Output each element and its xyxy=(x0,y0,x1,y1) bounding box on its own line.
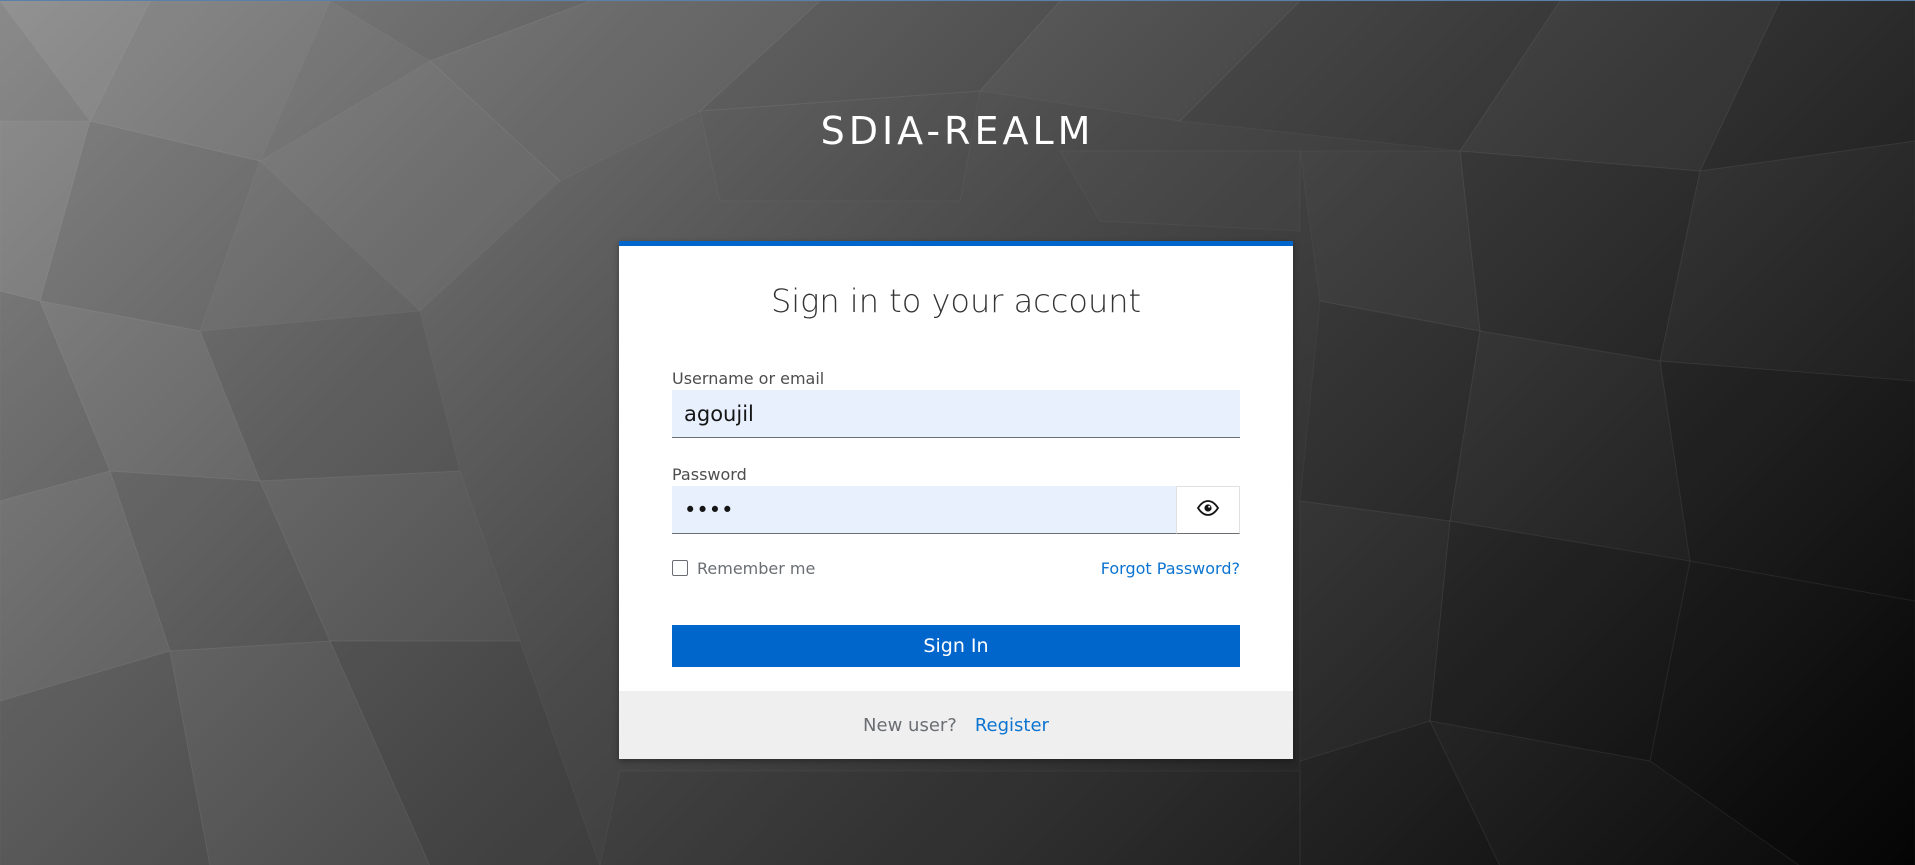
forgot-password-link[interactable]: Forgot Password? xyxy=(1101,559,1240,578)
login-header: Sign in to your account xyxy=(770,282,1142,320)
login-page: SDIA-REALM Sign in to your account Usern… xyxy=(0,0,1915,865)
remember-me-checkbox[interactable] xyxy=(672,560,688,576)
username-group: Username or email xyxy=(672,368,1240,464)
remember-me[interactable]: Remember me xyxy=(672,559,815,578)
sign-in-button[interactable]: Sign In xyxy=(672,625,1240,667)
login-form: Username or email Password xyxy=(672,368,1240,667)
password-group: Password xyxy=(672,464,1240,534)
username-label: Username or email xyxy=(672,369,825,388)
remember-me-label[interactable]: Remember me xyxy=(697,559,815,578)
eye-icon xyxy=(1196,500,1220,520)
password-label: Password xyxy=(672,465,747,484)
username-input[interactable] xyxy=(672,390,1240,438)
new-user-text: New user? xyxy=(863,714,957,736)
register-link[interactable]: Register xyxy=(975,715,1049,736)
password-input[interactable] xyxy=(672,486,1176,534)
show-password-button[interactable] xyxy=(1176,486,1240,534)
realm-title: SDIA-REALM xyxy=(820,109,1095,153)
password-row xyxy=(672,486,1240,534)
registration-footer: New user? Register xyxy=(619,691,1293,759)
login-options: Remember me Forgot Password? xyxy=(672,556,1240,580)
login-card: Sign in to your account Username or emai… xyxy=(619,241,1293,759)
